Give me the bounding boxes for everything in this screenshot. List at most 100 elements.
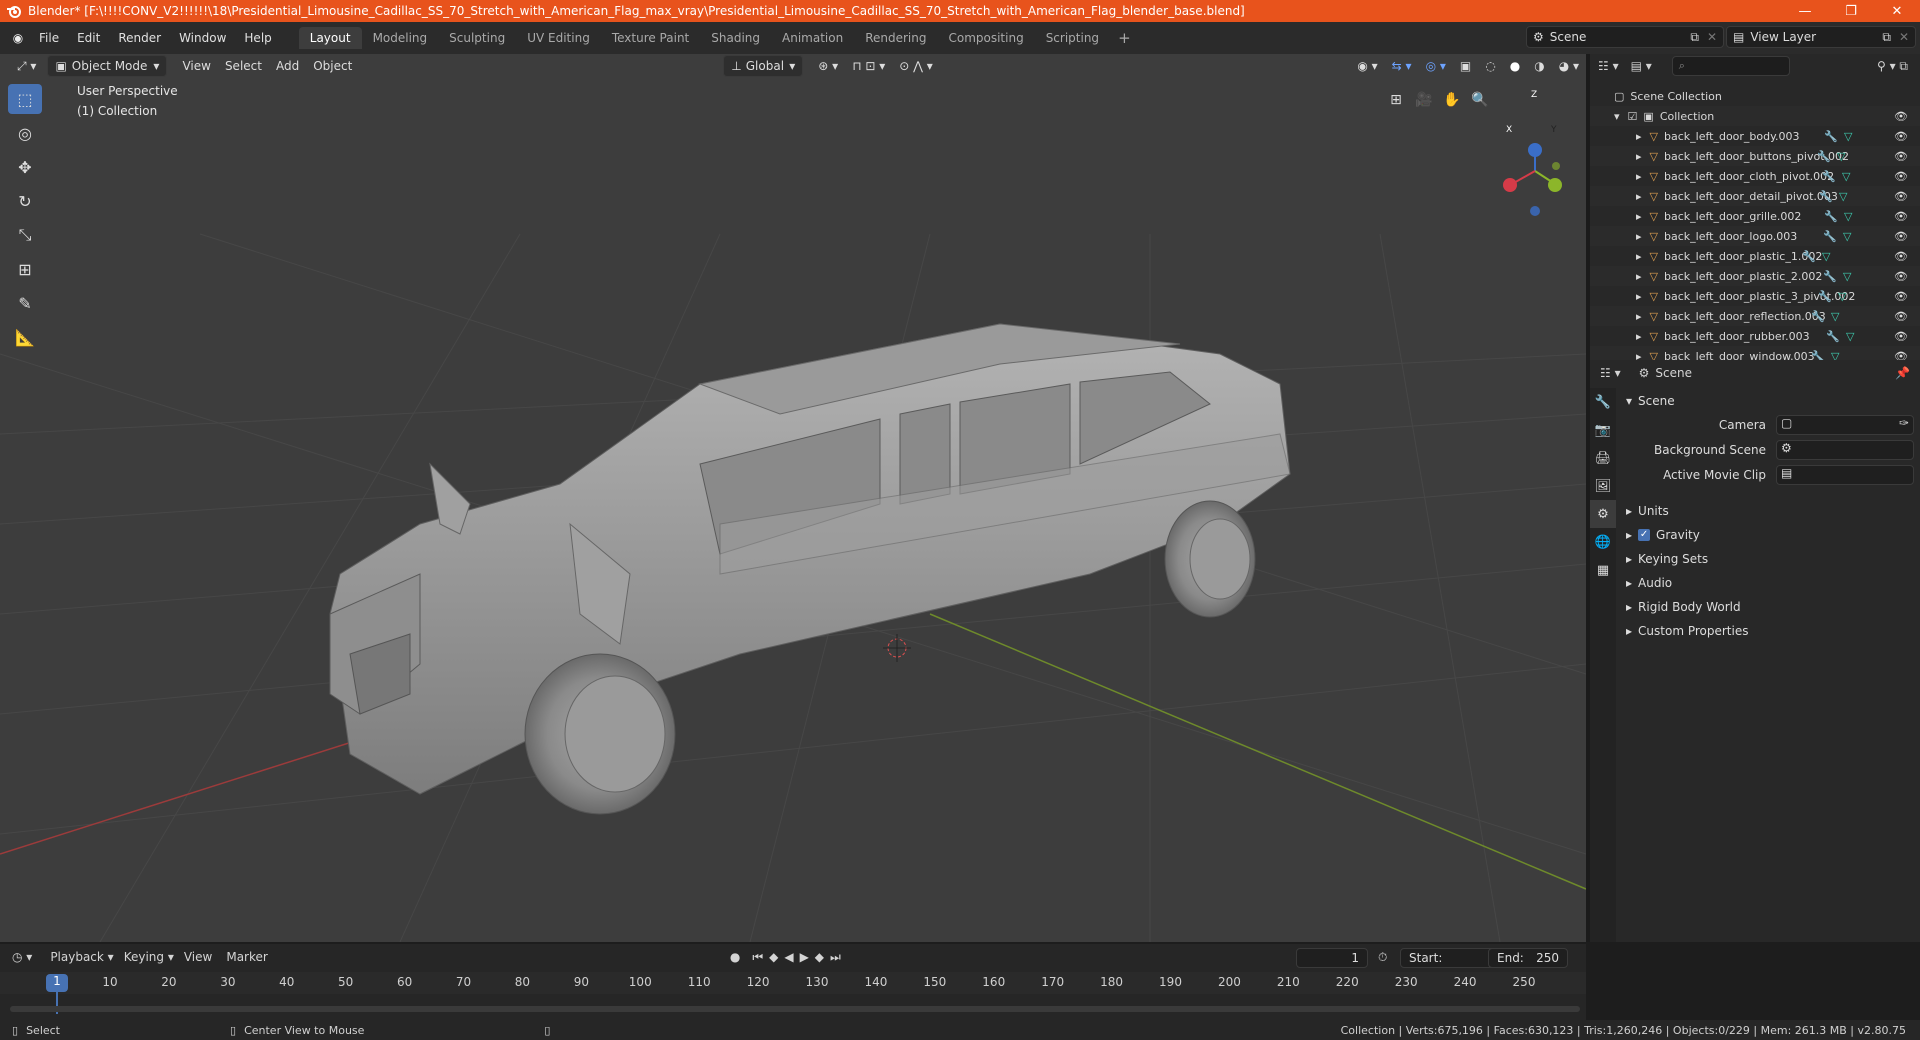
audio-panel[interactable]: ▸ Audio bbox=[1626, 572, 1916, 594]
view-layer-tab-icon[interactable]: 🖼 bbox=[1590, 472, 1616, 500]
modifier-icon[interactable]: 🔧 bbox=[1811, 310, 1825, 323]
current-frame-indicator[interactable]: 1 bbox=[46, 974, 68, 992]
render-tab-icon[interactable]: 📷 bbox=[1590, 416, 1616, 444]
modifier-icon[interactable]: 🔧 bbox=[1824, 210, 1838, 223]
expand-arrow-icon[interactable]: ▸ bbox=[1636, 270, 1642, 283]
tab-modeling[interactable]: Modeling bbox=[362, 27, 439, 49]
eye-icon[interactable]: 👁 bbox=[1894, 250, 1908, 263]
modifier-icon[interactable]: 🔧 bbox=[1802, 250, 1816, 263]
rotate-icon[interactable]: ↻ bbox=[8, 186, 42, 216]
mesh-data-icon[interactable]: ▽ bbox=[1844, 210, 1852, 223]
menu-select[interactable]: Select bbox=[218, 56, 269, 76]
3d-viewport[interactable]: Z Y X bbox=[0, 54, 1586, 942]
minimize-button[interactable]: — bbox=[1782, 4, 1828, 19]
timeline-ruler[interactable]: 1 10 20 30 40 50 60 70 80 90 100 110 120 130 140 150 160… bbox=[0, 972, 1586, 1014]
tab-shading[interactable]: Shading bbox=[700, 27, 771, 49]
scene-panel-header[interactable]: ▾ Scene bbox=[1626, 390, 1916, 412]
editor-type-icon[interactable]: ⤢ ▾ bbox=[10, 56, 43, 76]
outliner-collection[interactable]: ▾ ☑ ▣ Collection 👁 bbox=[1590, 106, 1920, 126]
transform-icon[interactable]: ⊞ bbox=[8, 254, 42, 284]
snap-icon[interactable]: ⊓ ⊡ ▾ bbox=[845, 56, 892, 76]
mesh-data-icon[interactable]: ▽ bbox=[1831, 310, 1839, 323]
modifier-icon[interactable]: 🔧 bbox=[1824, 130, 1838, 143]
outliner-object-item[interactable]: ▸ ▽ back_left_door_reflection.003 🔧 ▽ 👁 bbox=[1590, 306, 1920, 326]
menu-keying[interactable]: Keying ▾ bbox=[124, 950, 174, 964]
eye-icon[interactable]: 👁 bbox=[1894, 210, 1908, 223]
keying-sets-panel[interactable]: ▸ Keying Sets bbox=[1626, 548, 1916, 570]
outliner-object-item[interactable]: ▸ ▽ back_left_door_cloth_pivot.002 🔧 ▽ 👁 bbox=[1590, 166, 1920, 186]
modifier-icon[interactable]: 🔧 bbox=[1823, 230, 1837, 243]
modifier-icon[interactable]: 🔧 bbox=[1826, 330, 1840, 343]
eye-icon[interactable]: 👁 bbox=[1894, 110, 1908, 123]
menu-add[interactable]: Add bbox=[269, 56, 306, 76]
eye-icon[interactable]: 👁 bbox=[1894, 290, 1908, 303]
expand-arrow-icon[interactable]: ▸ bbox=[1636, 330, 1642, 343]
mesh-data-icon[interactable]: ▽ bbox=[1844, 130, 1852, 143]
record-icon[interactable]: ● bbox=[730, 950, 740, 964]
mesh-data-icon[interactable]: ▽ bbox=[1846, 330, 1854, 343]
modifier-icon[interactable]: 🔧 bbox=[1818, 290, 1832, 303]
outliner-object-item[interactable]: ▸ ▽ back_left_door_logo.003 🔧 ▽ 👁 bbox=[1590, 226, 1920, 246]
mesh-data-icon[interactable]: ▽ bbox=[1843, 230, 1851, 243]
outliner-object-item[interactable]: ▸ ▽ back_left_door_grille.002 🔧 ▽ 👁 bbox=[1590, 206, 1920, 226]
units-panel[interactable]: ▸ Units bbox=[1626, 500, 1916, 522]
eyedropper-icon[interactable]: ✑ bbox=[1899, 416, 1909, 430]
tab-sculpting[interactable]: Sculpting bbox=[438, 27, 516, 49]
pin-icon[interactable]: 📌 bbox=[1895, 366, 1910, 380]
outliner-object-item[interactable]: ▸ ▽ back_left_door_plastic_1.002 🔧 ▽ 👁 bbox=[1590, 246, 1920, 266]
mesh-data-icon[interactable]: ▽ bbox=[1843, 270, 1851, 283]
outliner-object-item[interactable]: ▸ ▽ back_left_door_detail_pivot.003 🔧 ▽ 👁 bbox=[1590, 186, 1920, 206]
shading-solid-icon[interactable]: ● bbox=[1503, 56, 1527, 76]
expand-arrow-icon[interactable]: ▸ bbox=[1636, 290, 1642, 303]
filter-icon[interactable]: ⚲ ▾ ⧉ bbox=[1877, 59, 1908, 74]
menu-view[interactable]: View bbox=[175, 56, 217, 76]
mesh-data-icon[interactable]: ▽ bbox=[1839, 190, 1847, 203]
menu-window[interactable]: Window bbox=[170, 31, 235, 45]
menu-render[interactable]: Render bbox=[109, 31, 170, 45]
camera-field[interactable]: ▢ ✑ bbox=[1776, 415, 1914, 435]
measure-icon[interactable]: 📐 bbox=[8, 322, 42, 352]
mesh-data-icon[interactable]: ▽ bbox=[1842, 170, 1850, 183]
mesh-data-icon[interactable]: ▽ bbox=[1837, 150, 1845, 163]
shading-material-icon[interactable]: ◑ bbox=[1527, 56, 1551, 76]
end-frame-field[interactable]: End: 250 bbox=[1488, 948, 1568, 968]
eye-icon[interactable]: 👁 bbox=[1894, 170, 1908, 183]
eye-icon[interactable]: 👁 bbox=[1894, 270, 1908, 283]
eye-icon[interactable]: 👁 bbox=[1894, 130, 1908, 143]
shading-rendered-icon[interactable]: ◕ ▾ bbox=[1552, 56, 1586, 76]
menu-help[interactable]: Help bbox=[235, 31, 280, 45]
eye-icon[interactable]: 👁 bbox=[1894, 330, 1908, 343]
custom-properties-panel[interactable]: ▸ Custom Properties bbox=[1626, 620, 1916, 642]
scene-tab-icon[interactable]: ⚙ bbox=[1590, 500, 1616, 528]
overlay-toggle-icon[interactable]: ◎ ▾ bbox=[1419, 56, 1453, 76]
tab-scripting[interactable]: Scripting bbox=[1035, 27, 1110, 49]
pan-hand-icon[interactable]: ✋ bbox=[1438, 88, 1466, 112]
select-box-icon[interactable]: ⬚ bbox=[8, 84, 42, 114]
tool-tab-icon[interactable]: 🔧 bbox=[1590, 388, 1616, 416]
modifier-icon[interactable]: 🔧 bbox=[1819, 190, 1833, 203]
move-icon[interactable]: ✥ bbox=[8, 152, 42, 182]
visibility-icon[interactable]: ◉ ▾ bbox=[1350, 56, 1384, 76]
playback-controls[interactable]: ⏮◆◀▶◆⏭ bbox=[752, 950, 847, 965]
modifier-icon[interactable]: 🔧 bbox=[1817, 150, 1831, 163]
menu-marker[interactable]: Marker bbox=[226, 950, 267, 964]
expand-arrow-icon[interactable]: ▸ bbox=[1636, 190, 1642, 203]
cursor-icon[interactable]: ◎ bbox=[8, 118, 42, 148]
output-tab-icon[interactable]: 🖨 bbox=[1590, 444, 1616, 472]
mesh-data-icon[interactable]: ▽ bbox=[1822, 250, 1830, 263]
mesh-data-icon[interactable]: ▽ bbox=[1838, 290, 1846, 303]
remove-view-layer-icon[interactable]: ✕ bbox=[1899, 30, 1909, 44]
timeline-scrollbar[interactable] bbox=[10, 1006, 1580, 1012]
pivot-point-icon[interactable]: ⊛ ▾ bbox=[811, 56, 845, 76]
expand-arrow-icon[interactable]: ▾ bbox=[1614, 110, 1620, 123]
close-button[interactable]: ✕ bbox=[1874, 4, 1920, 19]
outliner-object-item[interactable]: ▸ ▽ back_left_door_plastic_3_pivot.002 🔧 ▽ 👁 bbox=[1590, 286, 1920, 306]
gravity-panel[interactable]: ▸ ✓ Gravity bbox=[1626, 524, 1916, 546]
modifier-icon[interactable]: 🔧 bbox=[1822, 170, 1836, 183]
current-frame-field[interactable]: 1 bbox=[1296, 948, 1368, 968]
expand-arrow-icon[interactable]: ▸ bbox=[1636, 170, 1642, 183]
camera-view-icon[interactable]: 🎥 bbox=[1410, 88, 1438, 112]
eye-icon[interactable]: 👁 bbox=[1894, 150, 1908, 163]
shading-wireframe-icon[interactable]: ◌ bbox=[1478, 56, 1502, 76]
menu-edit[interactable]: Edit bbox=[68, 31, 109, 45]
